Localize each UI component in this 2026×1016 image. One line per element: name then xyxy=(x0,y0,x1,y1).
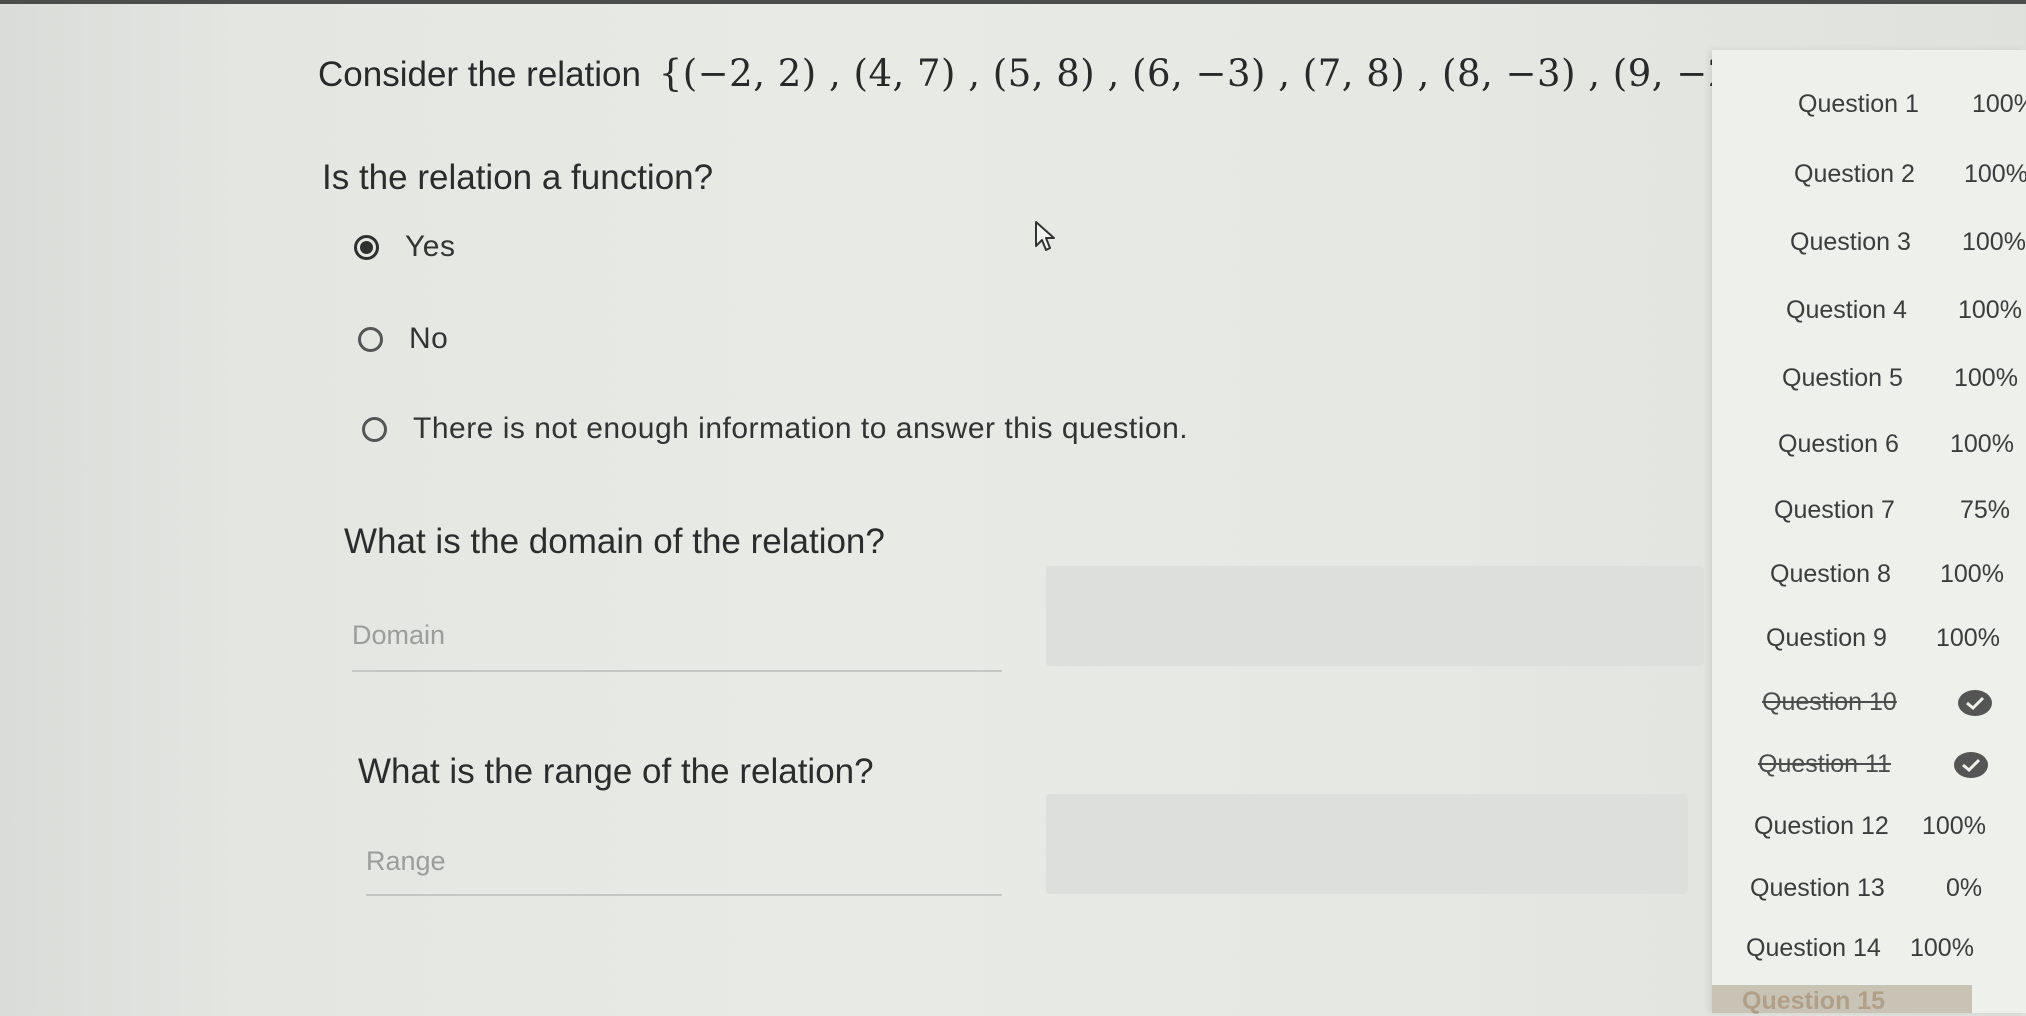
option-yes[interactable]: Yes xyxy=(354,230,455,264)
question-score: 100% xyxy=(1964,160,2026,188)
radio-not-enough-info[interactable] xyxy=(362,416,387,442)
radio-yes[interactable] xyxy=(354,234,379,260)
option-no-label: No xyxy=(409,322,449,355)
question-score: 100% xyxy=(1972,90,2026,118)
radio-no[interactable] xyxy=(358,326,383,352)
range-question: What is the range of the relation? xyxy=(358,752,874,791)
nav-question-15[interactable]: Question 15 xyxy=(1712,985,1972,1015)
option-no[interactable]: No xyxy=(358,322,448,356)
nav-question-11[interactable]: Question 11 xyxy=(1758,750,1988,779)
nav-question-3[interactable]: Question 3 100% xyxy=(1790,228,2026,257)
nav-question-7[interactable]: Question 7 75% xyxy=(1774,496,2010,525)
question-score: 100% xyxy=(1910,934,1974,962)
range-input[interactable]: Range xyxy=(366,846,1002,896)
check-circle-icon xyxy=(1958,690,1992,716)
question-score: 0% xyxy=(1946,874,1983,902)
nav-question-12[interactable]: Question 12 100% xyxy=(1754,812,1986,841)
nav-question-14[interactable]: Question 14 100% xyxy=(1746,934,1974,963)
question-15-label: Question 15 xyxy=(1742,987,1886,1015)
option-not-enough-info-label: There is not enough information to answe… xyxy=(413,412,1189,445)
nav-question-8[interactable]: Question 8 100% xyxy=(1770,560,2004,589)
nav-question-13[interactable]: Question 13 0% xyxy=(1750,874,1982,903)
question-score: 100% xyxy=(1922,812,1986,840)
nav-question-4[interactable]: Question 4 100% xyxy=(1786,296,2022,325)
question-score: 100% xyxy=(1950,430,2014,458)
domain-input[interactable]: Domain xyxy=(352,620,1002,672)
question-score: 75% xyxy=(1960,496,2011,524)
question-score: 100% xyxy=(1954,364,2018,392)
question-score: 100% xyxy=(1936,624,2000,652)
nav-question-10[interactable]: Question 10 xyxy=(1762,688,1992,717)
nav-question-6[interactable]: Question 6 100% xyxy=(1778,430,2014,459)
function-question: Is the relation a function? xyxy=(322,158,714,197)
question-navigator: Question 1 100% Question 2 100% Question… xyxy=(1712,50,2026,1013)
question-panel: Consider the relation {(−2, 2) , (4, 7) … xyxy=(0,0,1783,1013)
range-answer-area[interactable] xyxy=(1046,794,1688,894)
check-circle-icon xyxy=(1954,752,1988,778)
domain-placeholder: Domain xyxy=(352,620,446,650)
nav-question-2[interactable]: Question 2 100% xyxy=(1794,160,2026,189)
domain-answer-area[interactable] xyxy=(1046,566,1704,666)
mouse-pointer-icon xyxy=(1035,221,1055,251)
relation-prefix: Consider the relation xyxy=(318,55,641,94)
relation-set: {(−2, 2) , (4, 7) , (5, 8) , (6, −3) , (… xyxy=(658,52,1784,95)
question-score: 100% xyxy=(1940,560,2004,588)
nav-question-9[interactable]: Question 9 100% xyxy=(1766,624,2000,653)
range-placeholder: Range xyxy=(366,846,446,876)
question-score: 100% xyxy=(1962,228,2026,256)
option-not-enough-info[interactable]: There is not enough information to answe… xyxy=(362,412,1188,446)
nav-question-1[interactable]: Question 1 100% xyxy=(1798,90,2026,119)
nav-question-5[interactable]: Question 5 100% xyxy=(1782,364,2018,393)
question-score: 100% xyxy=(1958,296,2022,324)
option-yes-label: Yes xyxy=(405,230,456,263)
relation-statement: Consider the relation {(−2, 2) , (4, 7) … xyxy=(318,52,1783,95)
domain-question: What is the domain of the relation? xyxy=(344,522,885,561)
